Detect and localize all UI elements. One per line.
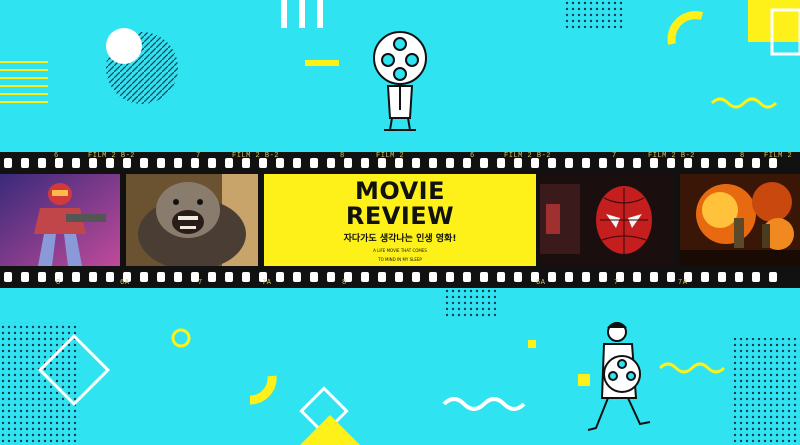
edge-label: 7A bbox=[262, 279, 272, 287]
film-frame-soldier bbox=[0, 174, 120, 266]
white-wave-shape bbox=[442, 397, 526, 411]
film-frame-explosion bbox=[680, 174, 800, 266]
stripes-left-shape bbox=[0, 61, 48, 103]
white-bars-shape bbox=[281, 0, 323, 28]
dot-grid-shape bbox=[565, 0, 625, 28]
edge-label: FILM 2 B-2 bbox=[232, 152, 280, 160]
white-circle-shape bbox=[106, 28, 142, 64]
edge-label: 8 bbox=[56, 279, 61, 287]
english-tagline-1: A LIFE MOVIE THAT COMES bbox=[373, 248, 427, 253]
yellow-wave-bottom-shape bbox=[658, 362, 726, 374]
yellow-arc-bottom-shape bbox=[249, 375, 277, 405]
yellow-dash-shape bbox=[305, 60, 339, 66]
edge-label: FILM 2 B-2 bbox=[88, 152, 136, 160]
decor-top bbox=[0, 0, 800, 131]
edge-label: 8 bbox=[342, 279, 347, 287]
edge-label: 7 bbox=[614, 279, 619, 287]
film-reel-mascot-icon bbox=[373, 31, 427, 131]
edge-label: 7 bbox=[612, 152, 617, 160]
explosion-battle-image bbox=[680, 174, 800, 266]
edge-label: 6 bbox=[470, 152, 475, 160]
dot-grid-center-shape bbox=[442, 288, 496, 318]
edge-label: 6A bbox=[120, 279, 130, 287]
title-card: MOVIE REVIEW 자다가도 생각나는 인생 영화! A LIFE MOV… bbox=[264, 174, 536, 266]
title-line-review: REVIEW bbox=[345, 202, 455, 230]
edge-label: 6A bbox=[536, 279, 546, 287]
film-strip: 6 FILM 2 B-2 7 FILM 2 B-2 8 FILM 2 6 FIL… bbox=[0, 152, 800, 288]
yellow-block-shape bbox=[748, 0, 800, 42]
korean-subtitle: 자다가도 생각나는 인생 영화! bbox=[343, 234, 457, 244]
edge-label: 7 bbox=[198, 279, 203, 287]
english-tagline-2: TO MIND IN MY SLEEP bbox=[378, 257, 422, 262]
walking-person-reel-icon bbox=[587, 322, 651, 431]
yellow-square-shape bbox=[528, 340, 536, 348]
edge-label: FILM 2 bbox=[764, 152, 793, 160]
edge-label: 8 bbox=[340, 152, 345, 160]
edge-label: FILM 2 bbox=[376, 152, 405, 160]
film-frame-spider-hero bbox=[540, 174, 674, 266]
edge-label: 7 bbox=[196, 152, 201, 160]
yellow-square-small-shape bbox=[578, 374, 590, 386]
armored-soldier-image bbox=[0, 174, 120, 266]
decor-bottom bbox=[0, 288, 800, 445]
edge-label: 8 bbox=[740, 152, 745, 160]
spider-hero-image bbox=[540, 174, 674, 266]
title-line-movie: MOVIE bbox=[354, 177, 446, 205]
edge-label: FILM 2 B-2 bbox=[504, 152, 552, 160]
edge-label: 7A bbox=[678, 279, 688, 287]
yellow-ring-shape bbox=[171, 328, 191, 348]
yellow-arc-shape bbox=[667, 11, 704, 45]
edge-label: FILM 2 B-2 bbox=[648, 152, 696, 160]
dot-grid-right-shape bbox=[730, 338, 800, 445]
yellow-wave-shape bbox=[710, 97, 778, 109]
movie-review-banner: 6 FILM 2 B-2 7 FILM 2 B-2 8 FILM 2 6 FIL… bbox=[0, 0, 800, 445]
edge-label: 6 bbox=[54, 152, 59, 160]
gorilla-image bbox=[126, 174, 258, 266]
film-frame-gorilla bbox=[126, 174, 258, 266]
